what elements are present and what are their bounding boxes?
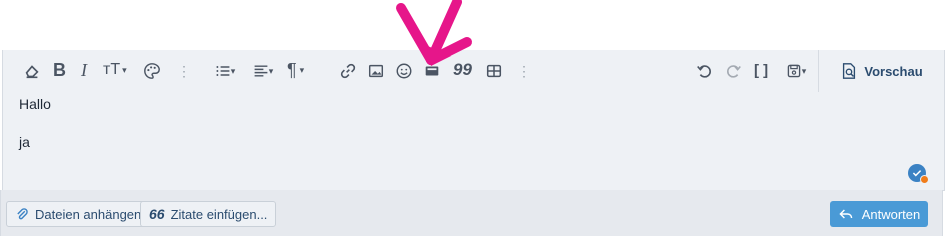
more-vertical-icon[interactable]: ⋮ <box>517 64 531 78</box>
insert-quotes-button[interactable]: 66 Zitate einfügen... <box>140 201 277 227</box>
chevron-down-icon: ▾ <box>122 64 127 75</box>
preview-label: Vorschau <box>864 63 923 79</box>
quote-marks-icon: 66 <box>149 206 165 222</box>
more-vertical-icon[interactable]: ⋮ <box>177 64 191 78</box>
bbcode-icon[interactable]: [ ] <box>754 58 768 82</box>
editor-status-icon <box>908 164 929 184</box>
content-line: ja <box>19 134 30 150</box>
page-background <box>0 236 950 250</box>
text-size-icon[interactable]: тT ▾ <box>103 58 127 82</box>
preview-button[interactable]: Vorschau <box>818 50 944 92</box>
chevron-down-icon: ▾ <box>801 65 807 76</box>
status-dot <box>920 175 929 184</box>
palette-icon[interactable] <box>141 60 163 82</box>
undo-icon[interactable] <box>693 60 715 82</box>
table-icon[interactable] <box>483 60 505 82</box>
chevron-down-icon: ▾ <box>268 65 274 76</box>
list-icon[interactable]: ▾ <box>209 60 241 82</box>
content-line: Hallo <box>19 96 51 112</box>
reply-button[interactable]: Antworten <box>830 201 928 227</box>
insert-quotes-label: Zitate einfügen... <box>170 206 268 222</box>
redo-icon[interactable] <box>723 60 745 82</box>
eraser-icon[interactable] <box>21 60 43 82</box>
align-icon[interactable]: ▾ <box>247 60 279 82</box>
chevron-down-icon: ▾ <box>230 65 236 76</box>
paperclip-icon <box>17 208 28 220</box>
paragraph-glyph: ¶ <box>287 59 297 80</box>
chevron-down-icon: ▾ <box>299 64 305 75</box>
bold-icon[interactable]: B <box>53 58 66 82</box>
reply-icon <box>839 209 853 219</box>
editor-content[interactable]: Hallo ja <box>19 96 51 172</box>
editor-footer: Dateien anhängen 66 Zitate einfügen... A… <box>0 190 943 237</box>
italic-icon[interactable]: I <box>81 58 87 82</box>
reply-label: Antworten <box>861 206 921 222</box>
drafts-icon[interactable]: ▾ <box>781 60 811 82</box>
text-size-glyph: тT <box>103 61 121 78</box>
link-icon[interactable] <box>337 60 359 82</box>
paragraph-icon[interactable]: ¶ ▾ <box>287 58 304 82</box>
attach-files-button[interactable]: Dateien anhängen <box>6 201 151 227</box>
image-icon[interactable] <box>365 60 387 82</box>
preview-icon <box>843 63 856 79</box>
annotation-arrow <box>396 0 472 66</box>
attach-files-label: Dateien anhängen <box>35 206 142 222</box>
